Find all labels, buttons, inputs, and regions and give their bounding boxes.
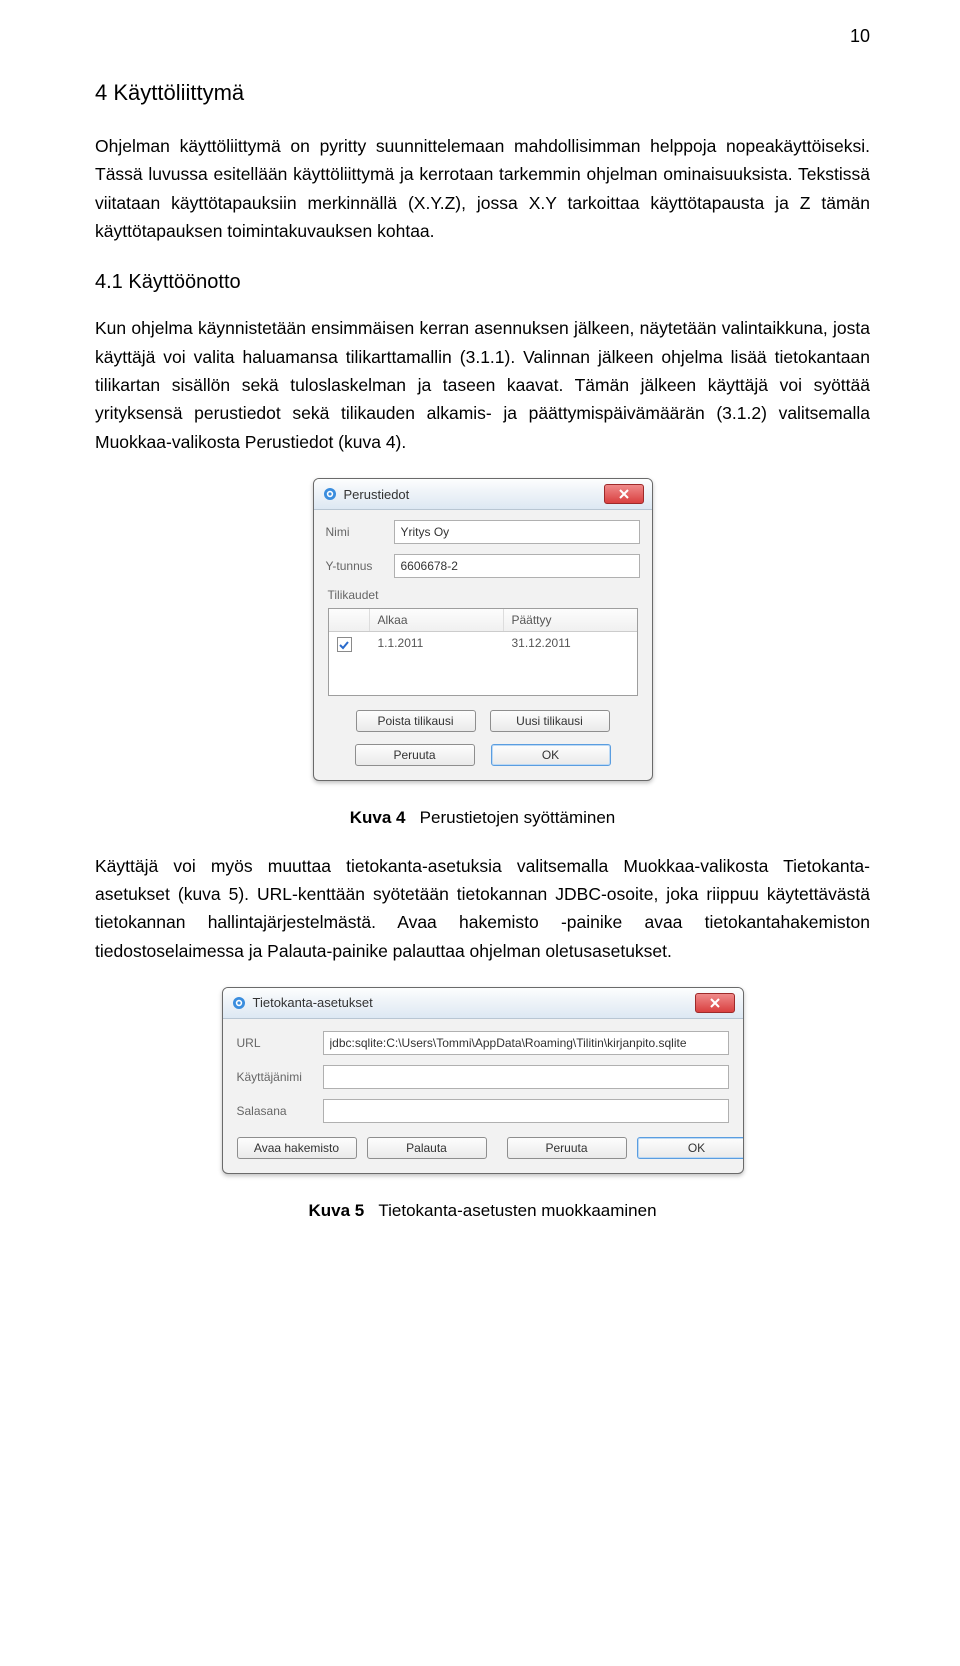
password-label: Salasana (237, 1104, 323, 1118)
table-row[interactable]: 1.1.2011 31.12.2011 (329, 632, 637, 657)
paragraph: Käyttäjä voi myös muuttaa tietokanta-ase… (95, 852, 870, 965)
close-button[interactable] (604, 484, 644, 504)
ytunnus-label: Y-tunnus (326, 559, 394, 573)
page-number: 10 (850, 26, 870, 47)
open-directory-button[interactable]: Avaa hakemisto (237, 1137, 357, 1159)
cancel-button[interactable]: Peruuta (355, 744, 475, 766)
figure-5: Tietokanta-asetukset URL Käyttäjänimi (95, 987, 870, 1179)
dialog-tietokanta-asetukset: Tietokanta-asetukset URL Käyttäjänimi (222, 987, 744, 1174)
subsection-heading: 4.1 Käyttöönotto (95, 271, 870, 294)
url-label: URL (237, 1036, 323, 1050)
cell-begin: 1.1.2011 (370, 632, 504, 657)
username-label: Käyttäjänimi (237, 1070, 323, 1084)
figure-5-caption: Kuva 5 Tietokanta-asetusten muokkaaminen (95, 1201, 870, 1221)
app-icon (322, 486, 338, 502)
table-header: Alkaa Päättyy (329, 609, 637, 632)
figure-4: Perustiedot Nimi Y-tunnus Tilikaudet (95, 478, 870, 786)
figure-4-caption: Kuva 4 Perustietojen syöttäminen (95, 808, 870, 828)
periods-table: Alkaa Päättyy 1.1.2011 31.12.2011 (328, 608, 638, 696)
paragraph: Ohjelman käyttöliittymä on pyritty suunn… (95, 132, 870, 245)
cancel-button[interactable]: Peruuta (507, 1137, 627, 1159)
dialog-title: Tietokanta-asetukset (253, 995, 373, 1010)
app-icon (231, 995, 247, 1011)
cell-end: 31.12.2011 (504, 632, 637, 657)
dialog-body: Nimi Y-tunnus Tilikaudet Alkaa Päättyy (314, 510, 652, 780)
col-header-begin: Alkaa (370, 609, 504, 631)
username-input[interactable] (323, 1065, 729, 1089)
dialog-perustiedot: Perustiedot Nimi Y-tunnus Tilikaudet (313, 478, 653, 781)
figure-4-label: Kuva 4 (350, 808, 406, 827)
figure-4-caption-text: Perustietojen syöttäminen (420, 808, 616, 827)
ytunnus-input[interactable] (394, 554, 640, 578)
col-header-end: Päättyy (504, 609, 637, 631)
dialog-titlebar: Perustiedot (314, 479, 652, 510)
ok-button[interactable]: OK (491, 744, 611, 766)
figure-5-caption-text: Tietokanta-asetusten muokkaaminen (378, 1201, 656, 1220)
remove-period-button[interactable]: Poista tilikausi (356, 710, 476, 732)
figure-5-label: Kuva 5 (308, 1201, 364, 1220)
url-input[interactable] (323, 1031, 729, 1055)
dialog-titlebar: Tietokanta-asetukset (223, 988, 743, 1019)
restore-button[interactable]: Palauta (367, 1137, 487, 1159)
page: 10 4 Käyttöliittymä Ohjelman käyttöliitt… (0, 0, 960, 1285)
new-period-button[interactable]: Uusi tilikausi (490, 710, 610, 732)
name-label: Nimi (326, 525, 394, 539)
ok-button[interactable]: OK (637, 1137, 744, 1159)
name-input[interactable] (394, 520, 640, 544)
dialog-body: URL Käyttäjänimi Salasana Avaa hakemisto… (223, 1019, 743, 1173)
password-input[interactable] (323, 1099, 729, 1123)
periods-label: Tilikaudet (328, 588, 640, 602)
paragraph: Kun ohjelma käynnistetään ensimmäisen ke… (95, 314, 870, 456)
close-button[interactable] (695, 993, 735, 1013)
row-checkbox[interactable] (337, 637, 352, 652)
section-heading: 4 Käyttöliittymä (95, 80, 870, 106)
dialog-title: Perustiedot (344, 487, 410, 502)
